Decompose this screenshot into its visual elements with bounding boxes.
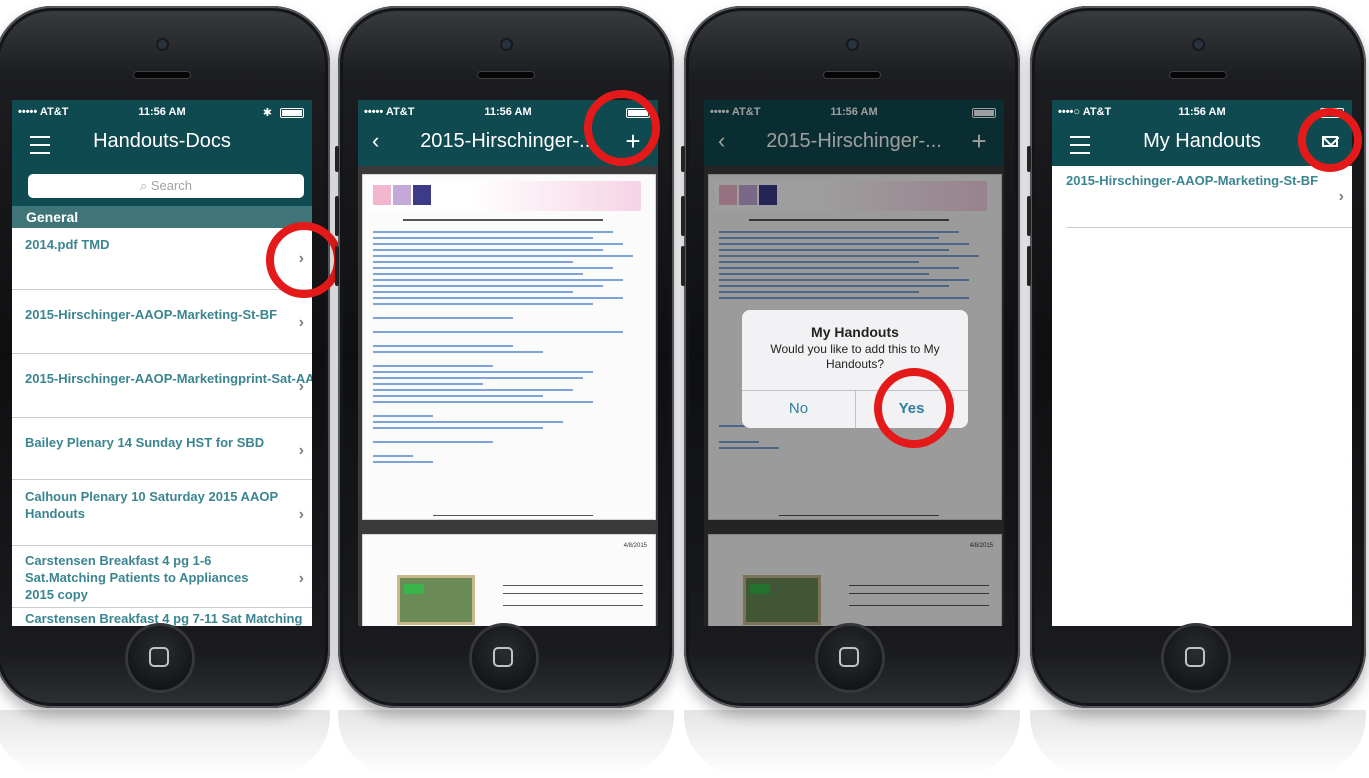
home-icon [1185,647,1205,667]
section-header: General [12,206,312,228]
search-placeholder: Search [150,178,193,193]
front-camera [848,40,857,49]
screen-handouts-docs: ••••• AT&T 11:56 AM ✱ Handouts-Docs ⌕ Se… [12,100,312,626]
list-item-label: 2014.pdf TMD [25,237,110,252]
document-page-2: 4/8/2015 [362,534,656,626]
list-item[interactable]: 2015-Hirschinger-AAOP-Marketing-St-BF › [12,290,312,354]
search-icon: ⌕ [139,178,151,193]
document-header-logo [369,181,641,211]
phone-2: ••••• AT&T 11:56 AM ‹ 2015-Hirschinger-.… [335,6,674,708]
highlight-ring [584,90,660,166]
earpiece-speaker [1170,72,1226,78]
chevron-right-icon: › [298,442,304,459]
home-icon [149,647,169,667]
front-camera [1194,40,1203,49]
highlight-ring [1298,108,1362,172]
home-button[interactable] [818,626,882,690]
page-title: Handouts-Docs [93,130,231,152]
phone-reflection [1030,710,1366,776]
search-input[interactable]: ⌕ Search [28,174,304,198]
highlight-ring [874,368,954,448]
list-item-label: 2015-Hirschinger-AAOP-Marketing-St-BF [1066,173,1319,188]
document-image [397,575,475,625]
home-button[interactable] [1164,626,1228,690]
chevron-right-icon: › [298,570,304,587]
document-page [362,174,656,520]
list-item[interactable]: 2015-Hirschinger-AAOP-Marketingprint-Sat… [12,354,312,418]
battery-icon [280,108,304,118]
list-item[interactable]: Carstensen Breakfast 4 pg 7-11 Sat Match… [12,608,312,626]
screen-my-handouts: ••••○ AT&T 11:56 AM My Handouts 2015-Hir… [1052,100,1352,626]
phone-4: ••••○ AT&T 11:56 AM My Handouts 2015-Hir… [1027,6,1366,708]
chevron-right-icon: › [298,314,304,331]
home-icon [839,647,859,667]
document-date: 4/8/2015 [623,543,647,549]
phone-1: ••••• AT&T 11:56 AM ✱ Handouts-Docs ⌕ Se… [0,6,342,708]
nav-bar: ••••• AT&T 11:56 AM ✱ Handouts-Docs [12,100,312,166]
phone-reflection [338,710,674,776]
chevron-right-icon: › [298,378,304,395]
earpiece-speaker [134,72,190,78]
home-button[interactable] [472,626,536,690]
earpiece-speaker [824,72,880,78]
chevron-right-icon: › [1338,188,1344,205]
dialog-message: Would you like to add this to My Handout… [770,342,940,371]
no-button[interactable]: No [742,390,855,428]
list-item[interactable]: Bailey Plenary 14 Sunday HST for SBD › [12,418,312,480]
highlight-ring [266,222,342,298]
phone-reflection [684,710,1020,776]
list-item-label: Calhoun Plenary 10 Saturday 2015 AAOP Ha… [25,489,278,521]
home-icon [493,647,513,667]
list-item[interactable]: Carstensen Breakfast 4 pg 1-6 Sat.Matchi… [12,546,312,608]
screen-document-viewer: ••••• AT&T 11:56 AM ‹ 2015-Hirschinger-.… [358,100,658,626]
earpiece-speaker [478,72,534,78]
dialog-title: My Handouts [811,324,899,340]
screen-add-dialog: ••••• AT&T 11:56 AM ‹ 2015-Hirschinger-.… [704,100,1004,626]
list-item[interactable]: 2015-Hirschinger-AAOP-Marketing-St-BF › [1066,166,1352,228]
list-item-label: Carstensen Breakfast 4 pg 7-11 Sat Match… [25,611,303,626]
status-bar: ••••• AT&T 11:56 AM ✱ [12,106,312,122]
search-bar: ⌕ Search [12,166,312,206]
list-item-label: 2015-Hirschinger-AAOP-Marketing-St-BF [25,307,278,322]
list-item-label: 2015-Hirschinger-AAOP-Marketingprint-Sat… [25,371,312,386]
front-camera [158,40,167,49]
home-button[interactable] [128,626,192,690]
list-item-label: Bailey Plenary 14 Sunday HST for SBD [25,435,265,450]
phone-reflection [0,710,330,776]
list-item-label: Carstensen Breakfast 4 pg 1-6 Sat.Matchi… [25,553,249,602]
chevron-right-icon: › [298,506,304,523]
bluetooth-icon: ✱ [262,107,272,119]
list-item[interactable]: Calhoun Plenary 10 Saturday 2015 AAOP Ha… [12,480,312,546]
phone-3: ••••• AT&T 11:56 AM ‹ 2015-Hirschinger-.… [681,6,1020,708]
front-camera [502,40,511,49]
